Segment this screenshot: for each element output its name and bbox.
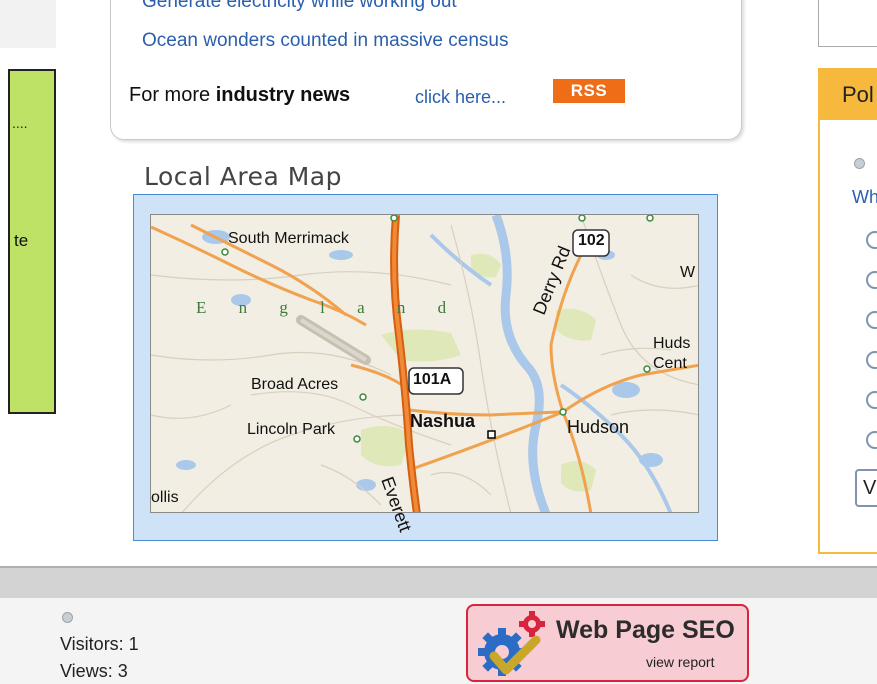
poll-option-radio-4[interactable] xyxy=(866,351,877,369)
poll-status-icon xyxy=(854,158,865,169)
map-title: Local Area Map xyxy=(144,162,342,191)
poll-option-radio-6[interactable] xyxy=(866,431,877,449)
left-top-strip xyxy=(0,0,56,48)
map-label-england: E n g l a n d xyxy=(196,298,461,317)
click-here-link[interactable]: click here... xyxy=(415,87,506,108)
seo-badge-title: Web Page SEO xyxy=(556,616,735,644)
left-panel-dots: .... xyxy=(12,115,28,131)
visitor-status-icon xyxy=(62,612,73,623)
left-side-panel: .... te xyxy=(8,69,56,414)
news-link-ocean-census[interactable]: Ocean wonders counted in massive census xyxy=(142,30,508,52)
right-top-box xyxy=(818,0,877,47)
news-card xyxy=(110,0,742,140)
page: .... te Generate electricity while worki… xyxy=(0,0,877,684)
poll-vote-button[interactable]: V xyxy=(855,469,877,507)
poll-option-radio-2[interactable] xyxy=(866,271,877,289)
map-label-hudson: Hudson xyxy=(567,417,630,437)
poll-option-radio-3[interactable] xyxy=(866,311,877,329)
visitors-count: Visitors: 1 xyxy=(60,634,139,654)
map-label-lincoln-park: Lincoln Park xyxy=(247,421,336,438)
more-news-text: For more industry news xyxy=(129,84,350,107)
poll-option-radio-5[interactable] xyxy=(866,391,877,409)
map-graphic xyxy=(151,215,698,512)
news-link-electricity[interactable]: Generate electricity while working out xyxy=(142,0,457,13)
map-label-south-merrimack: South Merrimack xyxy=(228,230,349,247)
poll-header-text: Pol xyxy=(842,82,874,107)
poll-option-radio-1[interactable] xyxy=(866,231,877,249)
seo-badge-view-report[interactable]: view report xyxy=(646,654,714,670)
more-news-prefix: For more xyxy=(129,84,216,106)
footer-separator xyxy=(0,566,877,598)
left-panel-text-fragment: te xyxy=(14,231,29,250)
rss-button[interactable]: RSS xyxy=(553,79,625,103)
route-101a-shield: 101A xyxy=(413,371,452,388)
map-label-nashua: Nashua xyxy=(410,411,476,431)
poll-header: Pol xyxy=(820,70,877,120)
web-page-seo-badge[interactable]: Web Page SEO view report xyxy=(466,604,749,682)
local-area-map[interactable] xyxy=(150,214,699,513)
map-label-broad-acres: Broad Acres xyxy=(251,376,339,393)
route-102-shield: 102 xyxy=(578,232,605,249)
poll-question: Wh xyxy=(852,187,877,207)
views-count: Views: 3 xyxy=(60,661,128,681)
map-label-hudson-center: Huds Cent xyxy=(653,335,691,372)
map-label-w: W xyxy=(680,264,696,281)
seo-gear-check-icon xyxy=(478,611,545,676)
map-label-hollis: ollis xyxy=(151,489,179,506)
more-news-bold: industry news xyxy=(215,84,351,106)
